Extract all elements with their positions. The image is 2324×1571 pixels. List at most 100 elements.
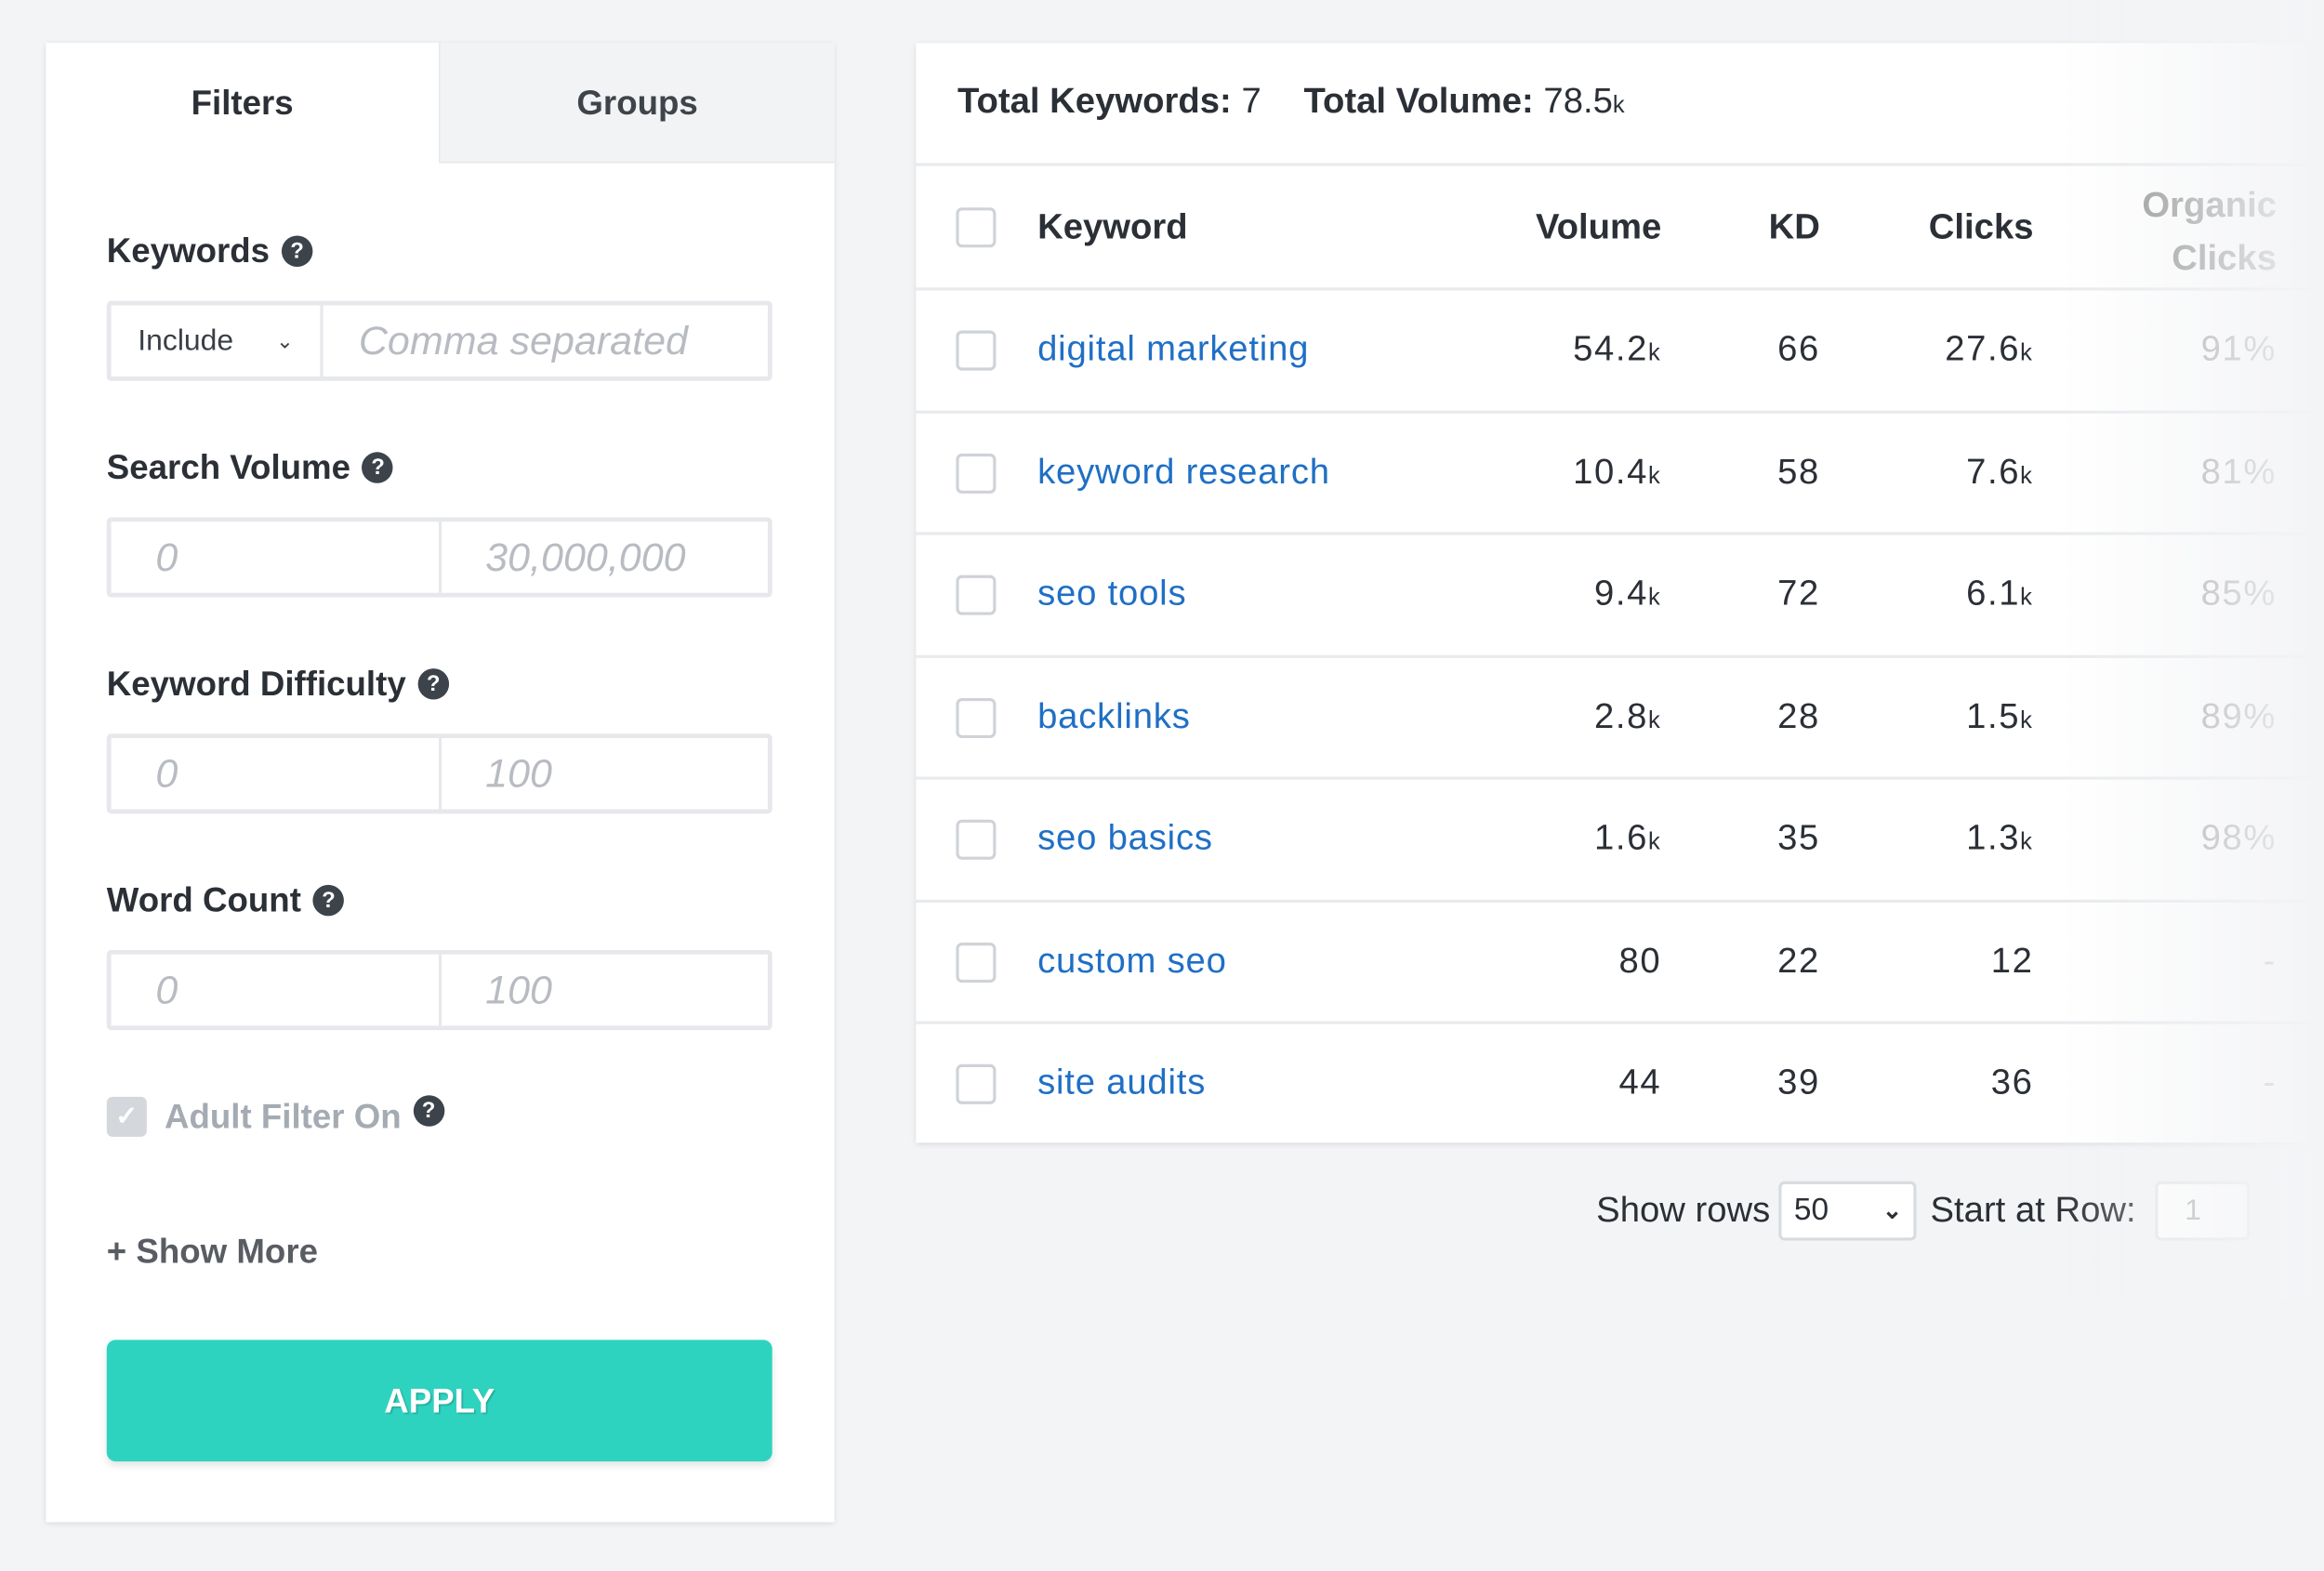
keyword-difficulty-label: Keyword Difficulty? — [107, 664, 449, 704]
table-row: digital marketing 54.2 k 66 27.6k 91% — [916, 287, 2324, 410]
column-organic-clicks[interactable]: Organic Clicks — [2142, 179, 2277, 286]
apply-button[interactable]: APPLY — [106, 1340, 772, 1462]
column-volume[interactable]: Volume — [1536, 207, 1661, 249]
kd-cell: 39 — [1777, 1063, 1820, 1103]
clicks-value: 27.6 — [1945, 328, 2021, 370]
volume-cell: 9.4k — [1594, 574, 1661, 615]
select-all-checkbox[interactable] — [956, 207, 997, 248]
search-volume-min-input[interactable]: 0 — [112, 521, 439, 593]
organic-clicks-cell: 89% — [2200, 695, 2277, 736]
clicks-unit: k — [2020, 585, 2034, 611]
clicks-cell: 1.3k — [1966, 818, 2033, 860]
organic-clicks-cell: - — [2263, 1063, 2277, 1103]
help-icon[interactable]: ? — [417, 668, 449, 700]
table-row: custom seo 80 22 12 - — [916, 899, 2324, 1022]
search-volume-max-input[interactable]: 30,000,000 — [438, 521, 768, 593]
keyword-link[interactable]: custom seo — [1037, 941, 1227, 983]
volume-cell: 10.4k — [1573, 451, 1661, 493]
row-checkbox[interactable] — [956, 819, 997, 860]
volume-cell: 1.6k — [1594, 818, 1661, 860]
kd-cell: 66 — [1777, 328, 1820, 370]
volume-unit: k — [1647, 463, 1662, 489]
clicks-cell: 7.6k — [1966, 451, 2033, 493]
volume-value: 1.6 — [1593, 818, 1648, 859]
volume-value: 44 — [1618, 1063, 1662, 1103]
clicks-unit: k — [2020, 707, 2034, 733]
organic-clicks-cell: 98% — [2200, 818, 2277, 859]
kd-cell: 35 — [1777, 818, 1820, 859]
search-volume-label: Search Volume? — [107, 448, 394, 488]
keyword-link[interactable]: seo tools — [1037, 574, 1186, 615]
clicks-unit: k — [2020, 829, 2034, 855]
table-row: seo tools 9.4k 72 6.1k 85% — [916, 532, 2324, 654]
clicks-cell: 6.1k — [1966, 574, 2033, 615]
organic-clicks-cell: 91% — [2200, 328, 2277, 370]
show-more-link[interactable]: + Show More — [107, 1232, 318, 1272]
table-header: Keyword Volume KD Clicks Organic Clicks — [916, 163, 2324, 287]
organic-clicks-cell: - — [2263, 940, 2277, 981]
clicks-value: 1.5 — [1966, 695, 2021, 736]
clicks-cell: 12 — [1991, 941, 2034, 983]
help-icon[interactable]: ? — [281, 235, 313, 267]
row-checkbox[interactable] — [956, 697, 997, 738]
start-row-input[interactable]: 1 — [2155, 1181, 2251, 1241]
kd-label-text: Keyword Difficulty — [106, 664, 406, 703]
adult-filter-checkbox[interactable]: ✓ — [106, 1096, 147, 1137]
tab-filters[interactable]: Filters — [46, 43, 439, 164]
clicks-unit: k — [2020, 463, 2034, 489]
row-checkbox[interactable] — [956, 330, 997, 371]
kd-cell: 22 — [1777, 940, 1820, 981]
total-keywords-label: Total Keywords: — [957, 81, 1232, 122]
word-count-min-input[interactable]: 0 — [112, 955, 439, 1026]
kd-cell: 58 — [1777, 451, 1820, 492]
volume-unit: k — [1647, 707, 1662, 733]
row-checkbox[interactable] — [956, 574, 997, 615]
volume-unit: k — [1647, 829, 1662, 855]
clicks-value: 1.3 — [1966, 818, 2021, 859]
table-row: backlinks 2.8k 28 1.5k 89% — [916, 653, 2324, 777]
keyword-link[interactable]: site audits — [1037, 1063, 1206, 1104]
kd-cell: 72 — [1777, 574, 1820, 614]
row-checkbox[interactable] — [956, 453, 997, 494]
column-organic-line1: Organic — [2142, 185, 2277, 226]
search-volume-range: 0 30,000,000 — [106, 517, 772, 598]
word-count-range: 0 100 — [106, 950, 772, 1031]
organic-clicks-cell: 81% — [2200, 451, 2277, 492]
kd-min-input[interactable]: 0 — [112, 738, 439, 810]
help-icon[interactable]: ? — [362, 452, 394, 483]
word-count-max-input[interactable]: 100 — [438, 954, 768, 1026]
row-checkbox[interactable] — [956, 1063, 997, 1104]
column-clicks[interactable]: Clicks — [1929, 207, 2034, 249]
keyword-link[interactable]: seo basics — [1037, 818, 1213, 860]
total-volume-unit: k — [1612, 93, 1625, 119]
adult-filter-label: Adult Filter On — [164, 1096, 402, 1136]
help-icon[interactable]: ? — [413, 1095, 444, 1127]
tab-groups[interactable]: Groups — [438, 43, 835, 164]
keyword-link[interactable]: backlinks — [1037, 696, 1191, 738]
column-keyword[interactable]: Keyword — [1037, 207, 1188, 249]
table-row: site audits 44 39 36 - — [916, 1021, 2324, 1144]
show-rows-select[interactable]: 50 ⌄ — [1778, 1181, 1918, 1241]
clicks-cell: 27.6k — [1945, 329, 2033, 371]
keyword-difficulty-range: 0 100 — [106, 733, 772, 814]
keyword-link[interactable]: keyword research — [1037, 451, 1330, 493]
clicks-unit: k — [2020, 340, 2034, 366]
column-kd[interactable]: KD — [1769, 207, 1820, 249]
summary-bar: Total Keywords: 7 Total Volume: 78.5k — [957, 82, 1625, 124]
word-count-label: Word Count? — [107, 880, 345, 920]
include-select-value: Include — [138, 323, 234, 357]
table-row: keyword research 10.4k 58 7.6k 81% — [916, 409, 2324, 533]
keyword-link[interactable]: digital marketing — [1037, 329, 1309, 371]
volume-value: 10.4 — [1573, 451, 1648, 492]
keywords-input[interactable]: Comma separated — [320, 305, 768, 376]
keywords-filter: Include ⌄ Comma separated — [106, 300, 772, 381]
volume-value: 80 — [1618, 940, 1662, 981]
include-select[interactable]: Include ⌄ — [112, 305, 321, 376]
kd-max-input[interactable]: 100 — [438, 738, 768, 810]
row-checkbox[interactable] — [956, 942, 997, 983]
help-icon[interactable]: ? — [312, 884, 345, 917]
volume-value: 54.2 — [1573, 328, 1648, 370]
show-rows-value: 50 — [1793, 1193, 1829, 1228]
clicks-value: 7.6 — [1966, 451, 2021, 492]
volume-value: 2.8 — [1593, 695, 1648, 736]
